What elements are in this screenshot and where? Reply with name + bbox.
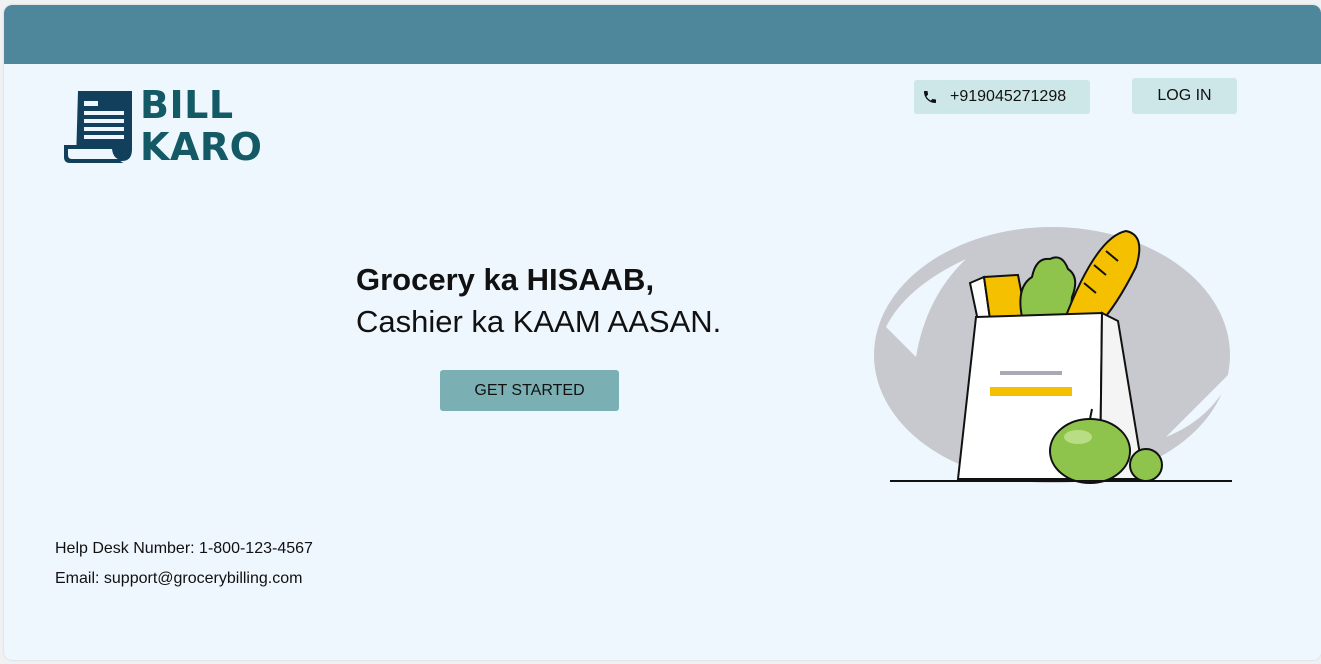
phone-number: +919045271298 [950, 88, 1067, 105]
phone-icon [924, 91, 936, 103]
hero-heading: Grocery ka HISAAB, Cashier ka KAAM AASAN… [356, 259, 721, 343]
get-started-button[interactable]: GET STARTED [440, 370, 619, 411]
top-bar [4, 5, 1321, 64]
contact-info: Help Desk Number: 1-800-123-4567 Email: … [55, 539, 313, 599]
app-window: BILL KARO +919045271298 LOG IN Grocery k… [4, 5, 1321, 660]
phone-button[interactable]: +919045271298 [914, 80, 1090, 114]
hero-line-2: Cashier ka KAAM AASAN. [356, 304, 722, 339]
brand-name: BILL KARO [140, 85, 262, 169]
grocery-bag-illustration [866, 217, 1256, 492]
brand-line-1: BILL [140, 83, 234, 127]
receipt-icon [62, 87, 134, 168]
hero-line-1: Grocery ka HISAAB, [356, 262, 655, 297]
support-email: Email: support@grocerybilling.com [55, 570, 303, 587]
brand-line-2: KARO [140, 125, 263, 169]
helpdesk-number: Help Desk Number: 1-800-123-4567 [55, 540, 313, 557]
login-button[interactable]: LOG IN [1132, 78, 1237, 114]
